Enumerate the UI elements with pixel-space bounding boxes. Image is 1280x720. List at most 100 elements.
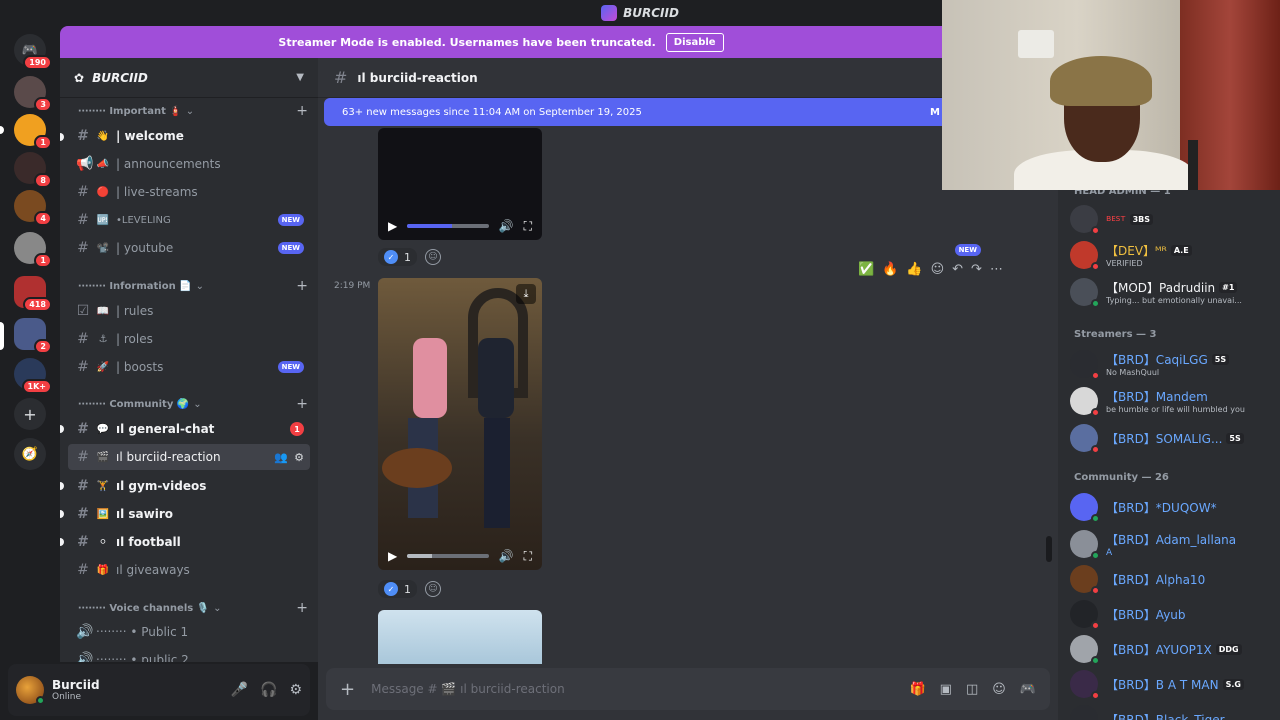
video-progress[interactable] [407,224,489,228]
server-icon[interactable]: 1 [14,114,52,150]
member-item[interactable]: 【MOD】Padrudiin #1 Typing... but emotionall… [1070,276,1276,308]
channel-welcome[interactable]: # 👋 | welcome [68,123,310,149]
reaction-row: ✓ 1 ☺ [378,580,441,598]
channel-boosts[interactable]: # 🚀 | boosts NEW [68,354,310,380]
scrollbar-thumb[interactable] [1046,536,1052,562]
channel-roles[interactable]: # ⚓ | roles [68,326,310,352]
download-icon[interactable]: ⤓ [516,284,536,304]
category-important[interactable]: ‧‧‧‧‧‧‧‧ Important 🧯 ⌄ + [78,102,308,120]
channel-general-chat[interactable]: # 💬 ıl general-chat 1 [68,416,310,442]
channel-youtube[interactable]: # 📽️ | youtube NEW [68,235,310,261]
person-suit [478,338,514,418]
new-messages-bar[interactable]: 63+ new messages since 11:04 AM on Septe… [324,98,944,126]
add-channel-icon[interactable]: + [296,278,308,294]
avatar[interactable] [16,676,45,705]
server-icon[interactable]: 418 [14,276,52,312]
member-item[interactable]: 【BRD】*DUQOW* [1070,491,1276,523]
emoji-icon[interactable]: ☺ [992,682,1006,697]
member-item[interactable]: 【BRD】Ayub [1070,598,1276,630]
invite-icon[interactable]: 👥 [274,451,288,464]
member-item[interactable]: 【BRD】Black_Tiger [1070,703,1276,720]
disable-button[interactable]: Disable [665,32,724,52]
member-item[interactable]: 【DEV】ᴹᴿ A.E VERIFIED [1070,239,1276,271]
image-attachment[interactable] [378,610,542,664]
channel-football[interactable]: # ⚪ ıl football [68,529,310,555]
member-item[interactable]: 【BRD】Mandem be humble or life will humble… [1070,385,1276,417]
volume-icon[interactable]: 🔊 [499,549,514,563]
reply-icon[interactable]: ↶ [952,262,963,277]
mark-as-read-label[interactable]: M [930,107,940,118]
hash-icon: # [77,449,89,465]
member-name: ʙᴇꜱᴛ [1106,214,1126,224]
channel-rules[interactable]: ☑ 📖 | rules [68,298,310,324]
video-progress[interactable] [407,554,489,558]
guild-header[interactable]: ✿ BURCIID ▼ [60,58,318,98]
add-reaction-icon[interactable]: ☺ [425,249,441,265]
add-server-button[interactable]: + [14,398,46,430]
play-icon[interactable]: ▶ [388,549,397,563]
server-icon[interactable]: 3 [14,76,52,112]
reaction-chip[interactable]: ✓ 1 [378,580,417,598]
server-icon-active[interactable]: 2 [14,318,52,354]
category-voice[interactable]: ‧‧‧‧‧‧‧‧ Voice channels 🎙️ ⌄ + [78,599,308,617]
gift-icon[interactable]: 🎁 [909,682,925,697]
add-reaction-icon[interactable]: ☺ [931,262,945,277]
fullscreen-icon[interactable]: ⛶ [524,219,532,234]
member-item[interactable]: 【BRD】AYUOP1X DDG [1070,633,1276,665]
gear-icon[interactable]: ⚙ [294,451,304,464]
channel-burciid-reaction[interactable]: # 🎬 ıl burciid-reaction 👥 ⚙ [68,444,310,470]
attach-plus-icon[interactable]: + [340,679,355,700]
chevron-down-icon: ⌄ [213,602,222,614]
channel-announcements[interactable]: 📢 📣 | announcements [68,151,310,177]
channel-label: | roles [116,332,153,346]
reaction-chip[interactable]: ✓ 1 [378,248,417,266]
direct-messages-button[interactable]: 🎮 190 [14,34,52,70]
add-channel-icon[interactable]: + [296,600,308,616]
headphones-icon[interactable]: 🎧 [260,682,277,698]
add-channel-icon[interactable]: + [296,396,308,412]
add-reaction-icon[interactable]: ☺ [425,581,441,597]
thumbs-up-reaction-icon[interactable]: 👍 [906,262,922,277]
server-badge: 418 [23,297,52,312]
channel-leveling[interactable]: # 🆙 •LEVELING NEW [68,207,310,233]
channel-sawiro[interactable]: # 🖼️ ıl sawiro [68,501,310,527]
member-item[interactable]: 【BRD】SOMALIG... 5S [1070,422,1276,454]
member-item[interactable]: 【BRD】Alpha10 [1070,563,1276,595]
video-attachment[interactable]: ⤓ ▶ 🔊 ⛶ [378,278,542,570]
channel-label: ‧‧‧‧‧‧‧‧ • Public 1 [96,625,189,639]
username: Burciid [52,678,100,692]
channel-live-streams[interactable]: # 🔴 | live-streams [68,179,310,205]
channel-giveaways[interactable]: # 🎁 ıl giveaways [68,557,310,583]
member-item[interactable]: 【BRD】B A T MAN S.G [1070,668,1276,700]
more-icon[interactable]: ⋯ [990,262,1003,277]
member-item[interactable]: ʙᴇꜱᴛ 3BS [1070,203,1276,235]
server-icon[interactable]: 1K+ [14,358,52,394]
server-icon[interactable]: 1 [14,232,52,268]
play-icon[interactable]: ▶ [388,219,397,233]
hash-icon: # [77,562,89,578]
check-reaction-icon[interactable]: ✅ [858,262,874,277]
category-community[interactable]: ‧‧‧‧‧‧‧‧ Community 🌍 ⌄ + [78,395,308,413]
fullscreen-icon[interactable]: ⛶ [524,549,532,564]
member-item[interactable]: 【BRD】CaqiLGG 5S No MashQuul [1070,348,1276,380]
server-icon[interactable]: 4 [14,190,52,226]
sticker-icon[interactable]: ◫ [966,682,978,697]
message-input[interactable]: Message # 🎬 ıl burciid-reaction [371,682,565,696]
add-channel-icon[interactable]: + [296,103,308,119]
voice-channel-public-2[interactable]: 🔊 ‧‧‧‧‧‧‧‧ • public 2 [68,647,310,662]
message-composer[interactable]: + Message # 🎬 ıl burciid-reaction 🎁 ▣ ◫ … [326,668,1050,710]
category-information[interactable]: ‧‧‧‧‧‧‧‧ Information 📄 ⌄ + [78,277,308,295]
channel-gym-videos[interactable]: # 🏋️ ıl gym-videos [68,473,310,499]
member-item[interactable]: 【BRD】Adam_lallana A [1070,528,1276,560]
gear-icon[interactable]: ⚙ [289,682,302,698]
fire-reaction-icon[interactable]: 🔥 [882,262,898,277]
gif-icon[interactable]: ▣ [940,682,952,697]
discover-button[interactable]: 🧭 [14,438,46,470]
volume-icon[interactable]: 🔊 [499,219,514,233]
forward-icon[interactable]: ↷ [971,262,982,277]
voice-channel-public-1[interactable]: 🔊 ‧‧‧‧‧‧‧‧ • Public 1 [68,619,310,645]
video-attachment[interactable]: ▶ 🔊 ⛶ [378,128,542,240]
apps-icon[interactable]: 🎮 [1020,682,1036,697]
microphone-icon[interactable]: 🎤 [231,682,248,698]
server-icon[interactable]: 8 [14,152,52,188]
